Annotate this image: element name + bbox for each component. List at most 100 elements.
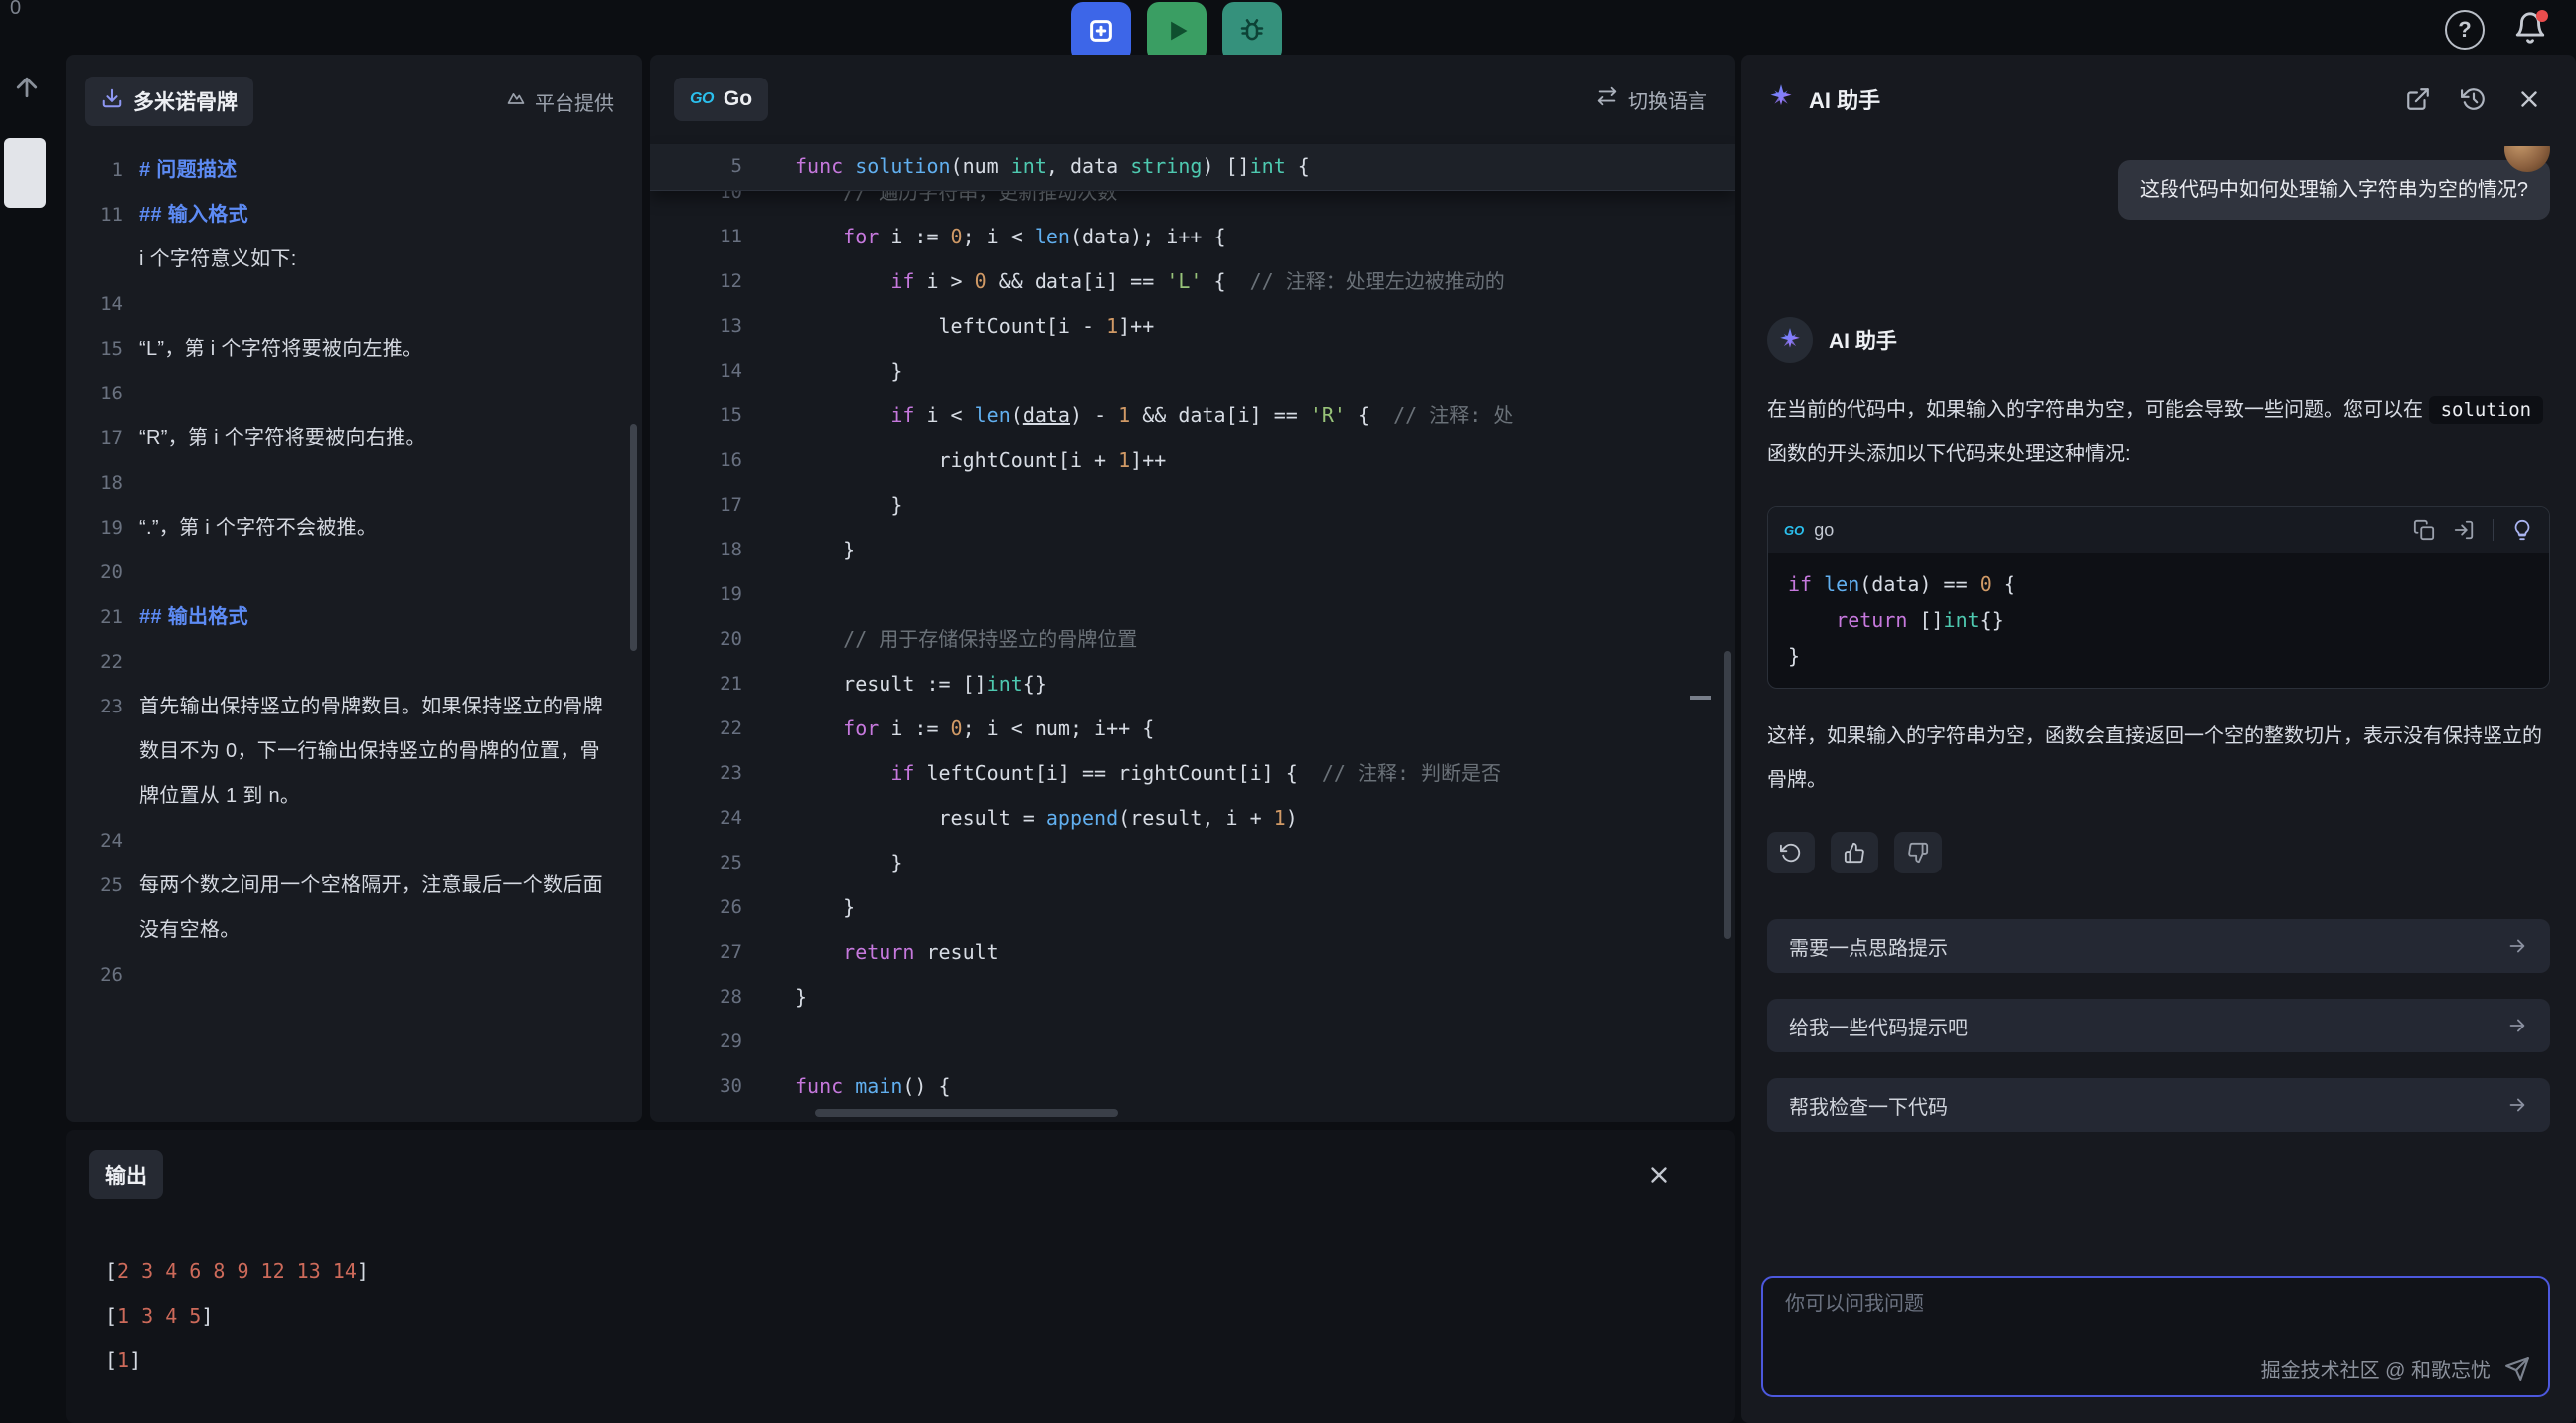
line-number: 12 (650, 259, 742, 304)
export-chat-icon (2405, 86, 2431, 112)
code-line: 29 (650, 1020, 1735, 1064)
send-icon (2504, 1356, 2530, 1382)
notifications-button[interactable] (2510, 10, 2550, 50)
go-logo-icon: GO (690, 90, 714, 108)
problem-text: ## 输入格式 (139, 193, 248, 237)
copy-code-button[interactable] (2413, 519, 2435, 541)
problem-title-badge[interactable]: 多米诺骨牌 (85, 77, 253, 126)
line-number: 19 (650, 572, 742, 617)
code-area[interactable]: 10 // 遍历字符串，更新推动次数11 for i := 0; i < len… (650, 190, 1735, 1122)
code-line: 12 if i > 0 && data[i] == 'L' { // 注释：处理… (650, 259, 1735, 304)
code-line: [2 3 4 6 8 9 12 13 14] (105, 1249, 1735, 1294)
debug-button[interactable] (1222, 2, 1282, 62)
rail-collapsed-tab[interactable] (4, 138, 46, 208)
line-number: 28 (650, 975, 742, 1020)
arrow-right-icon (2506, 1094, 2528, 1116)
line-number: 27 (650, 930, 742, 975)
export-chat-button[interactable] (2405, 86, 2431, 112)
code-line: 15 if i < len(data) - 1 && data[i] == 'R… (650, 394, 1735, 438)
code-text: result = append(result, i + 1) (795, 796, 1298, 841)
problem-text: # 问题描述 (139, 148, 237, 193)
problem-line: i 个字符意义如下: (66, 237, 608, 282)
code-text: [2 3 4 6 8 9 12 13 14] (105, 1249, 369, 1294)
problem-line: 22 (66, 640, 608, 685)
thumbs-down-button[interactable] (1894, 832, 1942, 873)
download-icon (101, 87, 123, 115)
lightbulb-icon (2511, 519, 2533, 541)
output-panel: 输出 [2 3 4 6 8 9 12 13 14][1 3 4 5][1] (66, 1130, 1735, 1423)
editor-horizontal-scrollbar[interactable] (815, 1109, 1118, 1117)
send-button[interactable] (2504, 1356, 2530, 1382)
line-number: 14 (66, 282, 123, 327)
run-button[interactable] (1147, 2, 1207, 62)
code-text: if leftCount[i] == rightCount[i] { // 注释… (795, 751, 1501, 796)
assistant-intro-post: 函数的开头添加以下代码来处理这种情况: (1767, 443, 2131, 465)
close-output-button[interactable] (1646, 1162, 1672, 1187)
refresh-icon (1780, 842, 1802, 864)
line-number: 16 (650, 438, 742, 483)
code-text: [1] (105, 1339, 141, 1383)
problem-line: 17“R”，第 i 个字符将要被向右推。 (66, 416, 608, 461)
assistant-intro: 在当前的代码中，如果输入的字符串为空，可能会导致一些问题。您可以在 soluti… (1767, 389, 2550, 476)
line-number: 22 (66, 640, 123, 685)
explain-code-button[interactable] (2511, 519, 2533, 541)
code-line: 31 // You can add more test cases here (650, 1109, 1735, 1122)
sparkle-icon (1767, 83, 1795, 116)
line-number: 20 (650, 617, 742, 662)
code-text: return result (795, 930, 999, 975)
regenerate-button[interactable] (1767, 832, 1815, 873)
thumbs-up-button[interactable] (1831, 832, 1878, 873)
switch-language-button[interactable]: 切换语言 (1596, 85, 1707, 114)
overview-ruler-mark (1690, 696, 1711, 700)
suggestion-hint[interactable]: 需要一点思路提示 (1767, 919, 2550, 973)
chat-input[interactable] (1783, 1292, 2336, 1317)
code-text: leftCount[i - 1]++ (795, 304, 1154, 349)
arrow-right-icon (2506, 1015, 2528, 1036)
output-content: [2 3 4 6 8 9 12 13 14][1 3 4 5][1] (66, 1249, 1735, 1383)
assistant-row: AI 助手 (1767, 317, 2550, 363)
editor-header: GO Go 切换语言 (650, 55, 1735, 124)
close-ai-panel-button[interactable] (2516, 86, 2542, 112)
insert-code-button[interactable] (2453, 519, 2475, 541)
rail-label: 0 (10, 0, 21, 20)
help-icon: ? (2458, 17, 2471, 43)
output-header: 输出 (66, 1130, 1735, 1199)
snippet-language-label: go (1814, 520, 1834, 541)
editor-vertical-scrollbar[interactable] (1724, 651, 1731, 939)
history-button[interactable] (2461, 86, 2487, 112)
line-number: 22 (650, 707, 742, 751)
code-snippet-header: GO go (1768, 507, 2549, 553)
code-line: [1 3 4 5] (105, 1294, 1735, 1339)
problem-panel: 多米诺骨牌 平台提供 1# 问题描述11## 输入格式i 个字符意义如下:141… (66, 55, 642, 1122)
help-button[interactable]: ? (2445, 10, 2485, 50)
code-text: return []int{} (1788, 602, 2004, 638)
suggestion-check-code[interactable]: 帮我检查一下代码 (1767, 1078, 2550, 1132)
code-text: // 遍历字符串，更新推动次数 (795, 190, 1117, 215)
language-badge[interactable]: GO Go (674, 78, 768, 121)
problem-text: ## 输出格式 (139, 595, 248, 640)
switch-language-label: 切换语言 (1628, 85, 1707, 114)
add-button[interactable] (1071, 2, 1131, 62)
line-number (66, 237, 123, 282)
line-number: 17 (650, 483, 742, 528)
line-number: 18 (66, 461, 123, 506)
suggestion-code-hint[interactable]: 给我一些代码提示吧 (1767, 999, 2550, 1052)
scroll-top-button[interactable] (12, 73, 42, 107)
sticky-scroll-line: 5func solution(num int, data string) []i… (650, 144, 1735, 191)
suggestion-label: 给我一些代码提示吧 (1789, 1012, 1968, 1040)
code-text: } (1788, 638, 1800, 674)
code-text: } (795, 349, 902, 394)
problem-scrollbar[interactable] (630, 424, 637, 651)
line-number: 16 (66, 372, 123, 416)
arrow-up-icon (12, 73, 42, 102)
code-line: 27 return result (650, 930, 1735, 975)
inline-code-solution: solution (2429, 396, 2544, 424)
code-line: 10 // 遍历字符串，更新推动次数 (650, 190, 1735, 215)
output-tab[interactable]: 输出 (89, 1150, 163, 1199)
divider (2493, 519, 2494, 541)
line-number: 15 (650, 394, 742, 438)
code-line: 30func main() { (650, 1064, 1735, 1109)
line-number: 17 (66, 416, 123, 461)
problem-text: 首先输出保持竖立的骨牌数目。如果保持竖立的骨牌数目不为 0，下一行输出保持竖立的… (139, 685, 608, 819)
user-message-bubble: 这段代码中如何处理输入字符串为空的情况? (2118, 160, 2550, 220)
